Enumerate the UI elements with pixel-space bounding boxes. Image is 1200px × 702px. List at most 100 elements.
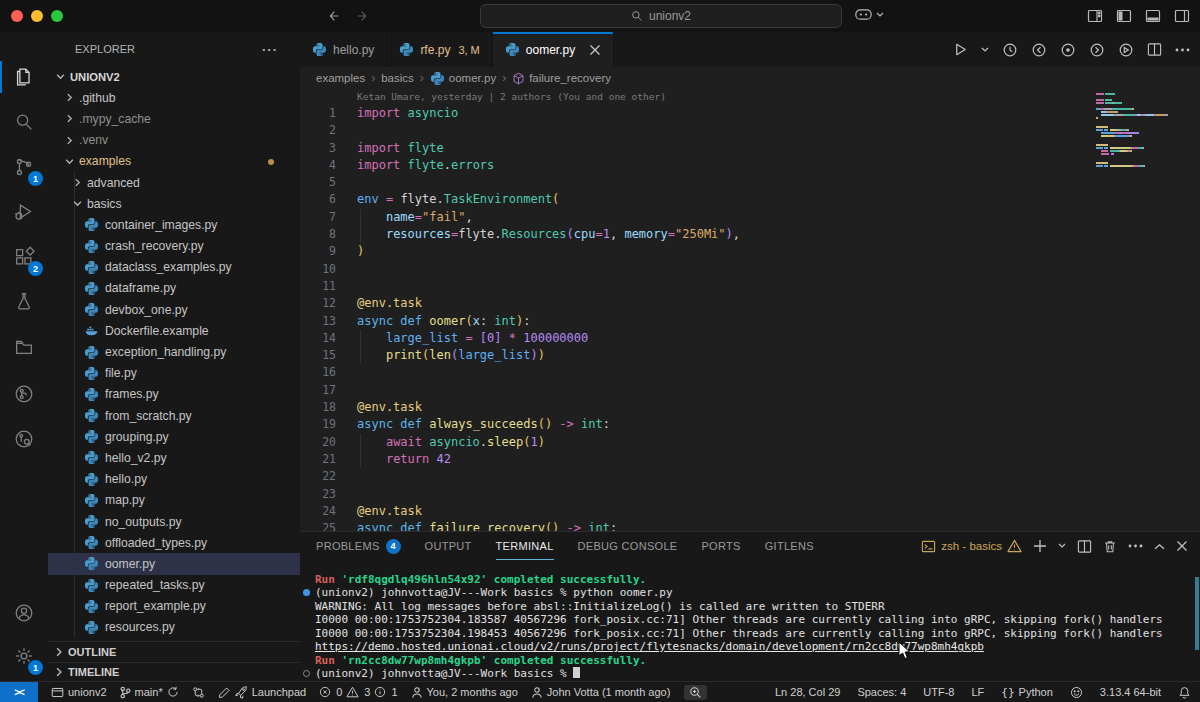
status-john-votta-1-month-ago-[interactable]: John Votta (1 month ago): [531, 686, 671, 699]
folder-item-advanced[interactable]: advanced: [48, 172, 300, 193]
terminal-link[interactable]: https://demo.hosted.unionai.cloud/v2/run…: [315, 640, 984, 653]
activity-source-control-icon[interactable]: 1: [0, 145, 48, 189]
command-center-search[interactable]: unionv2: [480, 4, 842, 28]
forward-icon[interactable]: [356, 9, 370, 23]
close-tab-icon[interactable]: [589, 44, 601, 56]
status-main-[interactable]: main*: [120, 686, 179, 699]
status-lf[interactable]: LF: [972, 686, 985, 698]
file-item-resources.py[interactable]: resources.py: [48, 617, 300, 638]
panel-tab-debug-console[interactable]: DEBUG CONSOLE: [578, 532, 678, 560]
file-item-container_images.py[interactable]: container_images.py: [48, 214, 300, 235]
file-item-dataclass_examples.py[interactable]: dataclass_examples.py: [48, 257, 300, 278]
activity-search-icon[interactable]: [0, 100, 48, 144]
tab-hello.py[interactable]: hello.py: [300, 32, 387, 67]
activity-remote-explorer-icon[interactable]: [0, 325, 48, 369]
activity-account-icon[interactable]: [0, 591, 48, 635]
status-you-2-months-ago[interactable]: You, 2 months ago: [411, 686, 518, 699]
status-unionv2[interactable]: unionv2: [51, 686, 107, 699]
file-item-offloaded_types.py[interactable]: offloaded_types.py: [48, 532, 300, 553]
folder-item-examples[interactable]: examples: [48, 151, 300, 172]
file-item-report_example.py[interactable]: report_example.py: [48, 596, 300, 617]
breadcrumb-item[interactable]: examples: [316, 72, 365, 84]
file-item-Dockerfile.example[interactable]: Dockerfile.example: [48, 320, 300, 341]
activity-extensions-icon[interactable]: 2: [0, 235, 48, 279]
status-launchpad[interactable]: Launchpad: [218, 686, 306, 699]
split-editor-icon[interactable]: [1077, 539, 1092, 554]
status-bell[interactable]: [1178, 686, 1191, 699]
folder-item-.mypy_cache[interactable]: .mypy_cache: [48, 108, 300, 129]
more-actions-icon[interactable]: ···: [262, 42, 278, 57]
file-item-hello_v2.py[interactable]: hello_v2.py: [48, 447, 300, 468]
folder-item-.venv[interactable]: .venv: [48, 130, 300, 151]
activity-testing-icon[interactable]: [0, 280, 48, 324]
customize-layout-icon[interactable]: [1087, 8, 1103, 24]
status-ln-28-col-29[interactable]: Ln 28, Col 29: [775, 686, 840, 698]
remote-indicator[interactable]: ><: [0, 682, 38, 702]
chevron-down-sm-icon[interactable]: [981, 47, 989, 53]
command-decoration[interactable]: [303, 670, 310, 677]
toggle-sidebar-icon[interactable]: [1116, 8, 1132, 24]
terminal-shell-label[interactable]: zsh - basics: [921, 539, 1022, 554]
breadcrumb-item[interactable]: basics: [381, 72, 414, 84]
folder-item-.github[interactable]: .github: [48, 87, 300, 108]
tab-oomer.py[interactable]: oomer.py: [493, 32, 614, 67]
panel-tab-gitlens[interactable]: GITLENS: [765, 532, 814, 560]
panel-tab-problems[interactable]: PROBLEMS4: [316, 532, 401, 560]
folder-item-basics[interactable]: basics: [48, 193, 300, 214]
activity-settings-icon[interactable]: 1: [0, 634, 48, 678]
file-item-frames.py[interactable]: frames.py: [48, 384, 300, 405]
close-icon[interactable]: [1176, 540, 1188, 552]
status-smiley[interactable]: [1070, 686, 1083, 699]
add-icon[interactable]: [1033, 539, 1047, 553]
chevron-down-sm-icon[interactable]: [1058, 543, 1066, 549]
status-3-13-4-64-bit[interactable]: 3.13.4 64-bit: [1100, 686, 1161, 698]
status-python[interactable]: {}Python: [1001, 686, 1053, 699]
tab-rfe.py[interactable]: rfe.py3, M: [387, 32, 492, 67]
breadcrumb-item[interactable]: failure_recovery: [512, 72, 611, 85]
file-item-map.py[interactable]: map.py: [48, 490, 300, 511]
file-item-oomer.py[interactable]: oomer.py: [48, 553, 300, 574]
file-item-file.py[interactable]: file.py: [48, 363, 300, 384]
copilot-menu[interactable]: [855, 8, 884, 21]
circle-right-icon[interactable]: [1089, 42, 1105, 58]
file-item-no_outputs.py[interactable]: no_outputs.py: [48, 511, 300, 532]
activity-run-debug-icon[interactable]: [0, 190, 48, 234]
minimap[interactable]: [1096, 93, 1188, 168]
activity-explorer-icon[interactable]: [0, 55, 48, 99]
file-item-from_scratch.py[interactable]: from_scratch.py: [48, 405, 300, 426]
panel-tab-output[interactable]: OUTPUT: [425, 532, 472, 560]
more-icon[interactable]: [1128, 544, 1143, 548]
toggle-secondary-sidebar-icon[interactable]: [1174, 8, 1190, 24]
breadcrumb-item[interactable]: oomer.py: [430, 71, 496, 86]
file-item-exception_handling.py[interactable]: exception_handling.py: [48, 341, 300, 362]
file-item-dataframe.py[interactable]: dataframe.py: [48, 278, 300, 299]
maximize-window-button[interactable]: [51, 10, 63, 22]
file-item-crash_recovery.py[interactable]: crash_recovery.py: [48, 236, 300, 257]
file-item-grouping.py[interactable]: grouping.py: [48, 426, 300, 447]
close-window-button[interactable]: [11, 10, 23, 22]
minimize-window-button[interactable]: [31, 10, 43, 22]
activity-gitlens-inspect-icon[interactable]: [0, 417, 48, 461]
circle-dot-icon[interactable]: [1060, 42, 1076, 58]
panel-tab-terminal[interactable]: TERMINAL: [496, 532, 554, 560]
terminal-scrollbar[interactable]: [1195, 577, 1199, 650]
back-icon[interactable]: [326, 9, 340, 23]
circle-left-icon[interactable]: [1031, 42, 1047, 58]
more-icon[interactable]: [1175, 48, 1190, 52]
status-spaces-4[interactable]: Spaces: 4: [857, 686, 906, 698]
status-utf-8[interactable]: UTF-8: [923, 686, 954, 698]
code-editor[interactable]: Ketan Umare, yesterday | 2 authors (You …: [300, 89, 1200, 531]
trash-icon[interactable]: [1103, 539, 1117, 554]
file-item-hello.py[interactable]: hello.py: [48, 469, 300, 490]
run-icon[interactable]: [953, 42, 968, 57]
chevron-up-icon[interactable]: [1154, 543, 1165, 550]
history-icon[interactable]: [1002, 42, 1018, 58]
terminal[interactable]: Run 'rdf8qgdlq496hln54x92' completed suc…: [300, 560, 1200, 681]
status-zoom[interactable]: [684, 685, 707, 700]
debug-alt-icon[interactable]: [1118, 42, 1134, 58]
panel-tab-ports[interactable]: PORTS: [701, 532, 740, 560]
folder-item-UNIONV2[interactable]: UNIONV2: [48, 66, 300, 87]
diagnostics-status[interactable]: 031: [319, 686, 397, 698]
toggle-panel-icon[interactable]: [1145, 8, 1161, 24]
file-item-repeated_tasks.py[interactable]: repeated_tasks.py: [48, 575, 300, 596]
